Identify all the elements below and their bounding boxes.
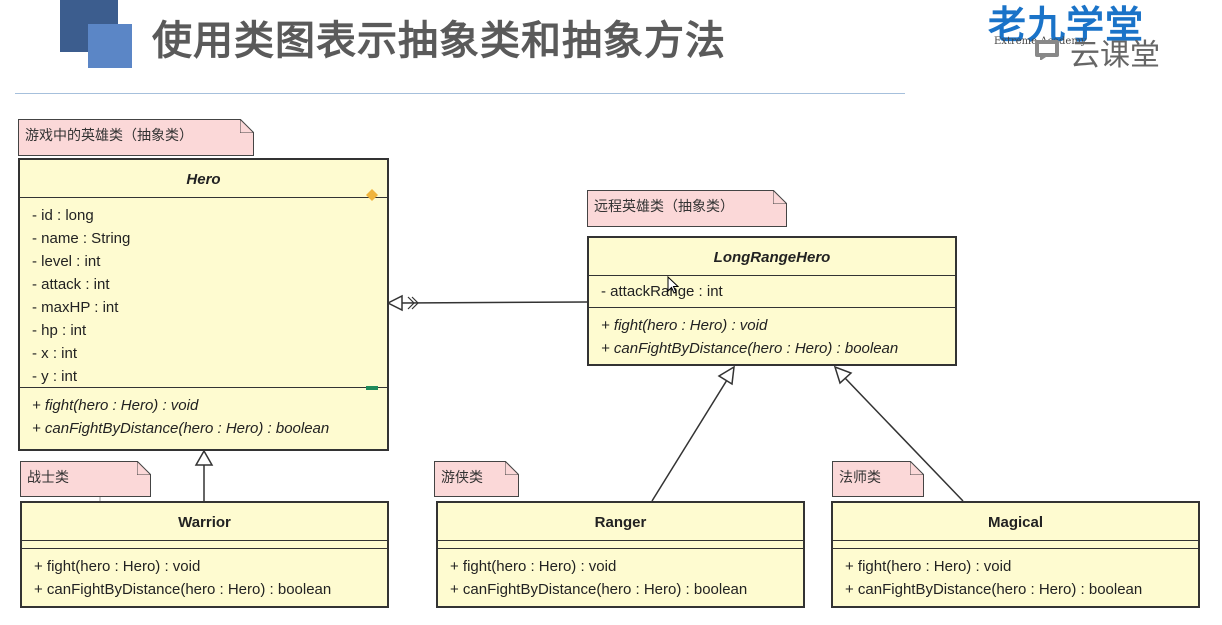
- class-long-range-hero-attributes: - attackRange : int: [589, 276, 955, 308]
- class-warrior[interactable]: Warrior + fight(hero : Hero) : void + ca…: [20, 501, 389, 608]
- diamond-handle-icon: [366, 189, 378, 201]
- class-long-range-hero[interactable]: LongRangeHero - attackRange : int + figh…: [587, 236, 957, 366]
- class-ranger-attributes: [438, 541, 803, 549]
- generalization-arrowhead-longrange-right: [833, 365, 853, 385]
- attribute-name: - name : String: [32, 230, 131, 247]
- attribute-hp: - hp : int: [32, 322, 87, 339]
- note-warrior-text: 战士类: [27, 470, 69, 486]
- attribute-maxhp: - maxHP : int: [32, 299, 119, 316]
- generalization-line-longrange-to-hero: [401, 301, 588, 304]
- class-magical-attributes: [833, 541, 1198, 549]
- operation-fight: + fight(hero : Hero) : void: [601, 317, 768, 334]
- class-long-range-hero-operations: + fight(hero : Hero) : void + canFightBy…: [589, 308, 955, 360]
- class-hero-operations: + fight(hero : Hero) : void + canFightBy…: [20, 388, 387, 440]
- attribute-y: - y : int: [32, 368, 78, 385]
- class-hero-name: Hero: [20, 160, 387, 198]
- class-magical-operations: + fight(hero : Hero) : void + canFightBy…: [833, 549, 1198, 601]
- attribute-attack: - attack : int: [32, 276, 110, 293]
- class-warrior-operations: + fight(hero : Hero) : void + canFightBy…: [22, 549, 387, 601]
- fold-corner-icon: [505, 461, 519, 475]
- class-hero-attributes: - id : long - name : String - level : in…: [20, 198, 387, 388]
- note-ranger-text: 游侠类: [441, 470, 483, 486]
- operation-fight: + fight(hero : Hero) : void: [32, 397, 199, 414]
- class-ranger-operations: + fight(hero : Hero) : void + canFightBy…: [438, 549, 803, 601]
- attribute-attack-range: - attackRange : int: [601, 283, 723, 300]
- note-magical-text: 法师类: [839, 470, 881, 486]
- attribute-x: - x : int: [32, 345, 78, 362]
- resize-handle: [366, 386, 378, 390]
- operation-can-fight-by-distance: + canFightByDistance(hero : Hero) : bool…: [601, 340, 899, 357]
- note-long-range-hero: 远程英雄类（抽象类）: [587, 190, 787, 227]
- class-warrior-name: Warrior: [22, 503, 387, 541]
- operation-can-fight-by-distance: + canFightByDistance(hero : Hero) : bool…: [34, 581, 332, 598]
- note-hero: 游戏中的英雄类（抽象类）: [18, 119, 254, 156]
- fold-corner-icon: [240, 119, 254, 133]
- operation-can-fight-by-distance: + canFightByDistance(hero : Hero) : bool…: [450, 581, 748, 598]
- class-long-range-hero-name: LongRangeHero: [589, 238, 955, 276]
- fold-corner-icon: [773, 190, 787, 204]
- operation-can-fight-by-distance: + canFightByDistance(hero : Hero) : bool…: [845, 581, 1143, 598]
- class-hero[interactable]: Hero - id : long - name : String - level…: [18, 158, 389, 451]
- generalization-line-ranger-to-longrange: [651, 379, 728, 502]
- fold-corner-icon: [137, 461, 151, 475]
- operation-fight: + fight(hero : Hero) : void: [450, 558, 617, 575]
- class-ranger[interactable]: Ranger + fight(hero : Hero) : void + can…: [436, 501, 805, 608]
- generalization-arrowhead-hero-right: [386, 294, 403, 312]
- class-magical[interactable]: Magical + fight(hero : Hero) : void + ca…: [831, 501, 1200, 608]
- attribute-id: - id : long: [32, 207, 94, 224]
- note-long-range-hero-text: 远程英雄类（抽象类）: [594, 199, 734, 215]
- fold-corner-icon: [910, 461, 924, 475]
- note-hero-text: 游戏中的英雄类（抽象类）: [25, 128, 193, 144]
- note-warrior: 战士类: [20, 461, 151, 497]
- class-magical-name: Magical: [833, 503, 1198, 541]
- operation-fight: + fight(hero : Hero) : void: [34, 558, 201, 575]
- attribute-level: - level : int: [32, 253, 101, 270]
- operation-fight: + fight(hero : Hero) : void: [845, 558, 1012, 575]
- cursor-icon: [667, 276, 679, 294]
- generalization-arrowhead-hero-bottom: [194, 449, 214, 466]
- class-ranger-name: Ranger: [438, 503, 803, 541]
- class-warrior-attributes: [22, 541, 387, 549]
- operation-can-fight-by-distance: + canFightByDistance(hero : Hero) : bool…: [32, 420, 330, 437]
- generalization-arrowhead-longrange-left: [717, 365, 735, 386]
